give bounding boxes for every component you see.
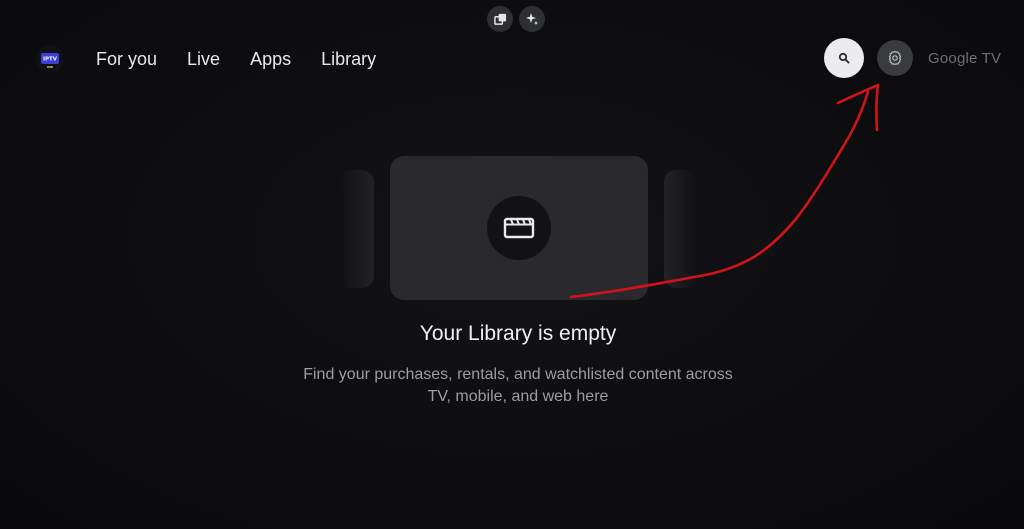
google-tv-screen: IPTV For you Live Apps Library Google TV <box>0 0 1024 529</box>
tab-live[interactable]: Live <box>187 49 220 70</box>
film-icon-badge <box>487 196 551 260</box>
search-icon <box>838 52 850 64</box>
search-button[interactable] <box>824 38 864 78</box>
tab-apps[interactable]: Apps <box>250 49 291 70</box>
picture-in-picture-button[interactable] <box>487 6 513 32</box>
red-arrow-head <box>836 83 880 132</box>
library-card-placeholder-left <box>340 170 374 288</box>
iptv-logo: IPTV <box>41 53 59 68</box>
sparkle-button[interactable] <box>519 6 545 32</box>
iptv-logo-text: IPTV <box>43 57 58 63</box>
tab-library[interactable]: Library <box>321 49 376 70</box>
top-quick-actions <box>487 6 545 32</box>
library-empty-title: Your Library is empty <box>419 322 617 345</box>
settings-button[interactable] <box>877 40 913 76</box>
picture-in-picture-icon <box>493 13 506 25</box>
library-card-placeholder-right <box>664 170 698 288</box>
google-tv-brand: Google TV <box>928 49 1002 67</box>
top-right-controls: Google TV <box>824 38 1001 78</box>
tab-for-you[interactable]: For you <box>96 49 157 70</box>
profile-avatar[interactable]: IPTV <box>36 45 64 73</box>
library-empty-description: Find your purchases, rentals, and watchl… <box>303 366 733 405</box>
library-card-placeholder <box>390 156 648 300</box>
gear-icon <box>888 50 902 66</box>
film-icon <box>503 217 535 239</box>
top-navigation: IPTV For you Live Apps Library <box>36 40 406 78</box>
sparkle-icon <box>526 13 538 25</box>
